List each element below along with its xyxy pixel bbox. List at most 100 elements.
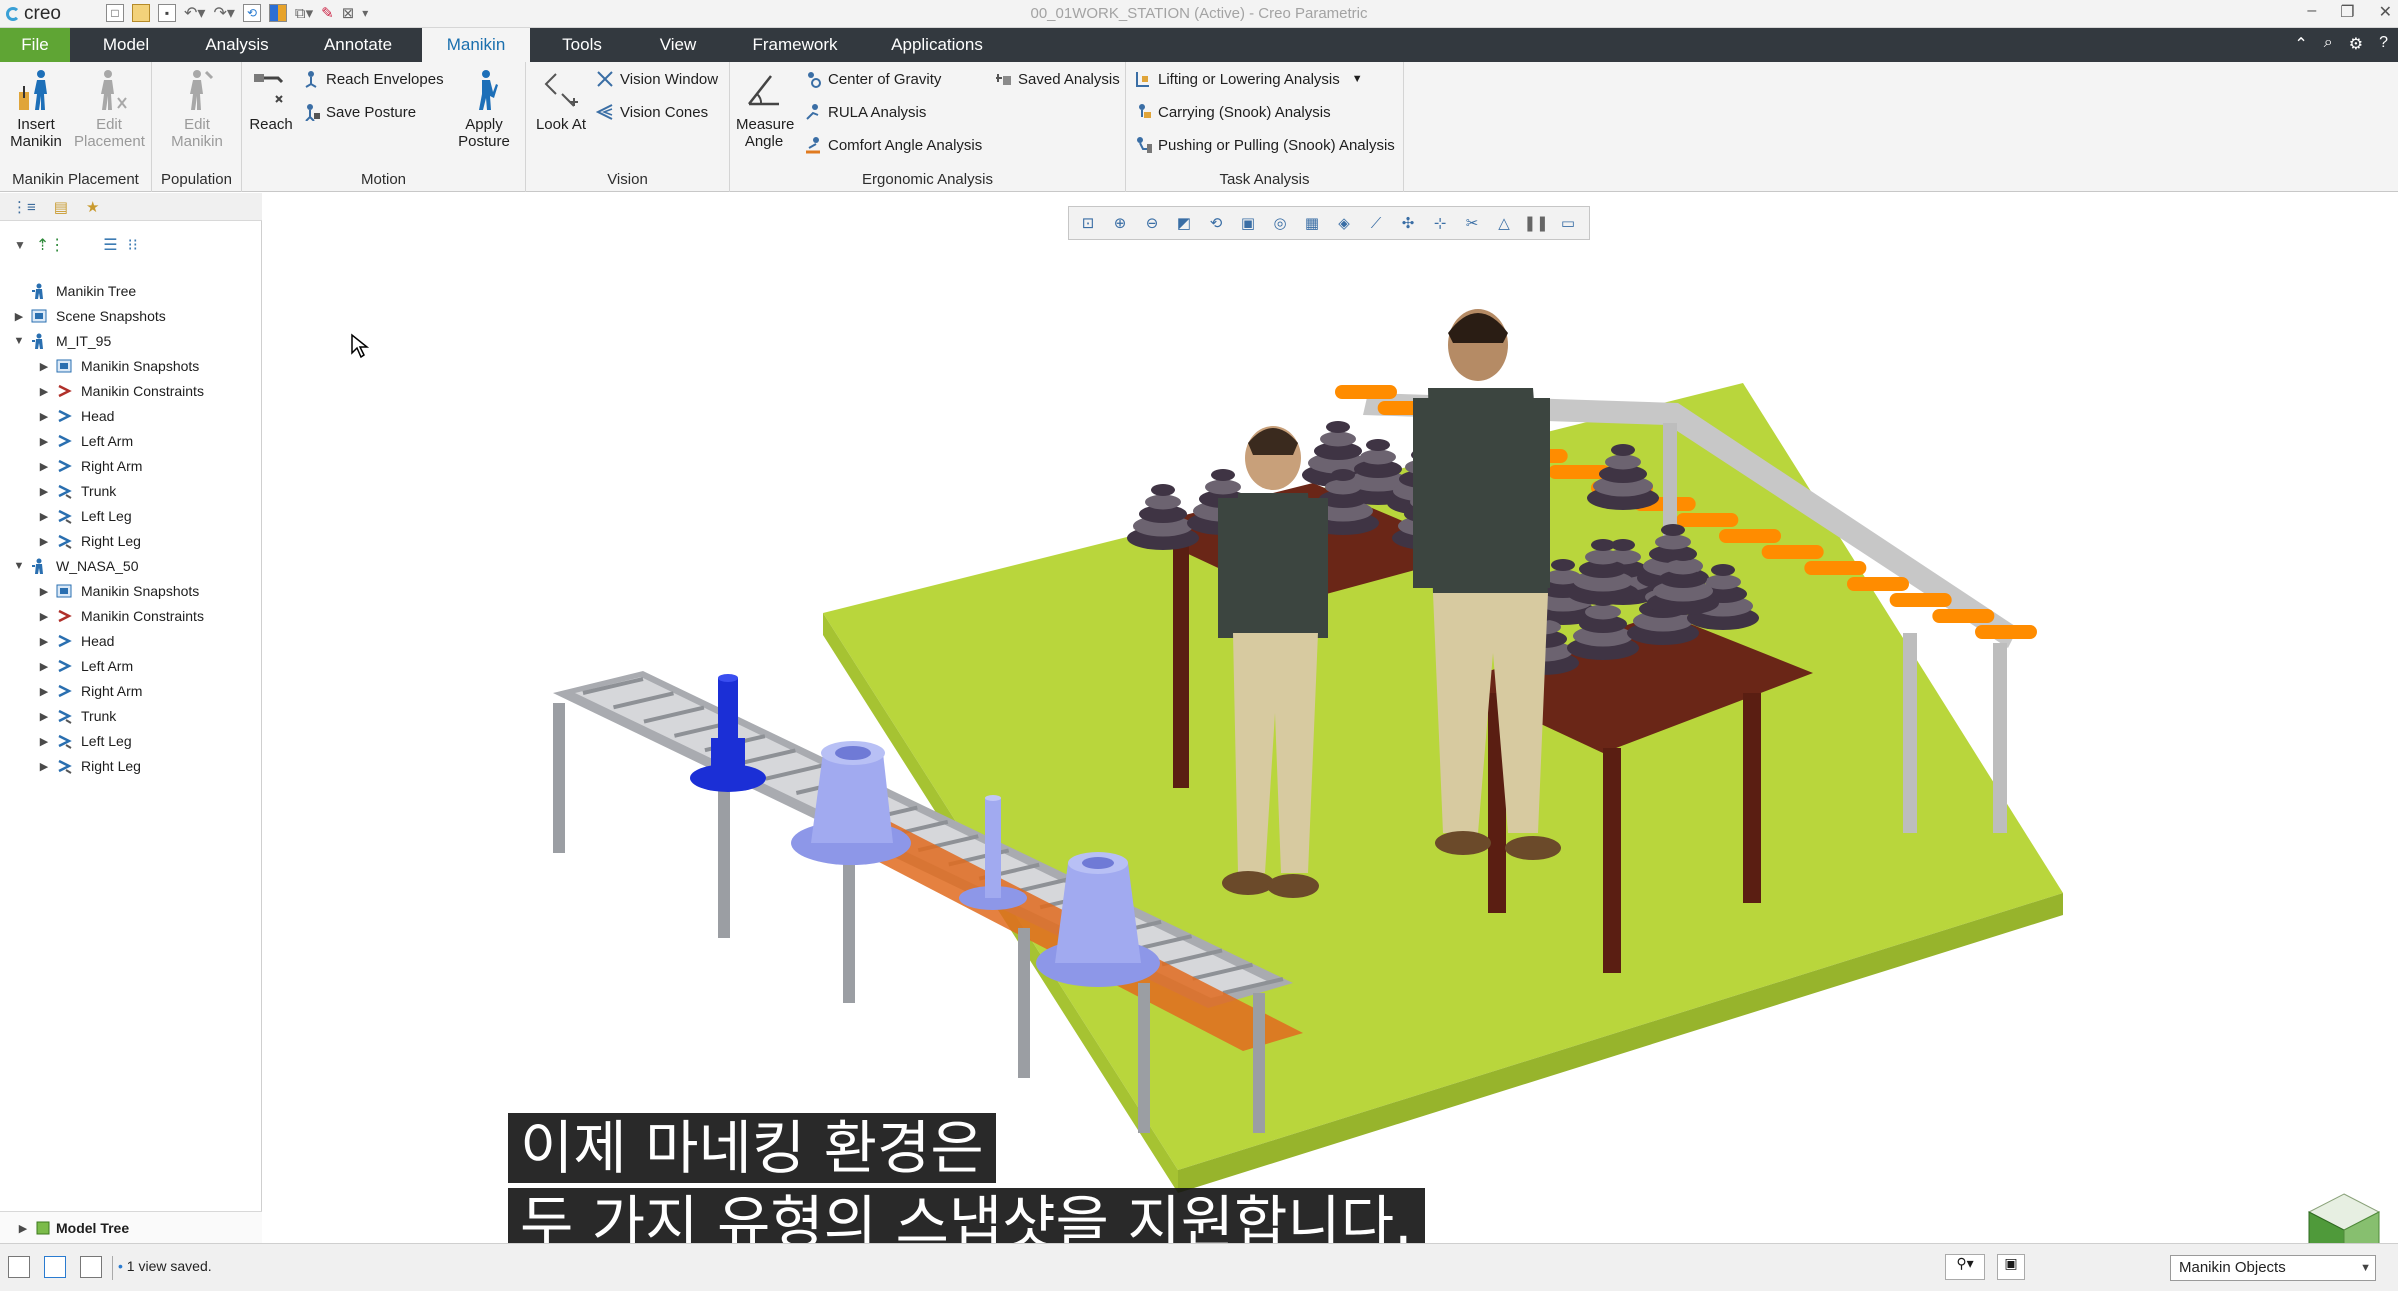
expand-arrow-icon[interactable]: ▶ bbox=[37, 485, 51, 498]
model-tree-bar[interactable]: ▶ Model Tree bbox=[0, 1211, 262, 1243]
expand-arrow-icon[interactable]: ▶ bbox=[37, 510, 51, 523]
carrying-analysis-button[interactable]: Carrying (Snook) Analysis bbox=[1134, 101, 1331, 123]
open-folder-icon[interactable] bbox=[132, 4, 150, 22]
expand-arrow-icon[interactable]: ▶ bbox=[37, 385, 51, 398]
tree-item-manikin-constraints[interactable]: ▶ Manikin Constraints bbox=[37, 379, 204, 403]
vision-cones-button[interactable]: Vision Cones bbox=[596, 101, 708, 123]
insert-manikin-button[interactable]: Insert Manikin bbox=[6, 68, 66, 150]
expand-arrow-icon[interactable]: ▶ bbox=[16, 1222, 30, 1235]
find-icon[interactable]: ⚲▾ bbox=[1945, 1254, 1985, 1280]
tree-root[interactable]: Manikin Tree bbox=[12, 279, 136, 303]
tree-item-manikin-constraints[interactable]: ▶ Manikin Constraints bbox=[37, 604, 204, 628]
saved-orientations-icon[interactable]: ▣ bbox=[1237, 212, 1259, 234]
tab-file[interactable]: File bbox=[0, 28, 70, 62]
save-icon[interactable]: ▪ bbox=[158, 4, 176, 22]
selection-buffer-icon[interactable]: ▣ bbox=[1997, 1254, 2025, 1280]
expand-arrow-icon[interactable]: ▶ bbox=[37, 585, 51, 598]
measure-angle-button[interactable]: Measure Angle bbox=[736, 68, 794, 150]
model-tree-item[interactable]: ▶ Model Tree bbox=[16, 1216, 129, 1240]
tree-item-right-leg[interactable]: ▶ Right Leg bbox=[37, 529, 141, 553]
lifting-dropdown-icon[interactable]: ▼ bbox=[1352, 73, 1363, 85]
model-tree-tab-icon[interactable]: ⋮≡ bbox=[12, 198, 36, 216]
comfort-angle-analysis-button[interactable]: Comfort Angle Analysis bbox=[804, 134, 982, 156]
hide-icon[interactable]: △ bbox=[1493, 212, 1515, 234]
look-at-button[interactable]: Look At bbox=[530, 68, 592, 133]
edit-manikin-button[interactable]: Edit Manikin bbox=[164, 68, 230, 150]
tree-collapse-icon[interactable]: ▼ bbox=[14, 238, 26, 252]
apply-posture-button[interactable]: Apply Posture bbox=[450, 68, 518, 150]
zoom-out-icon[interactable]: ⊖ bbox=[1141, 212, 1163, 234]
appearance-icon[interactable]: ✎ bbox=[321, 4, 334, 22]
tree-item-manikin-snapshots[interactable]: ▶ Manikin Snapshots bbox=[37, 354, 200, 378]
vision-window-button[interactable]: Vision Window bbox=[596, 68, 718, 90]
expand-arrow-icon[interactable]: ▶ bbox=[37, 685, 51, 698]
expand-arrow-icon[interactable]: ▶ bbox=[37, 360, 51, 373]
lifting-analysis-button[interactable]: Lifting or Lowering Analysis ▼ bbox=[1134, 68, 1363, 90]
restore-icon[interactable]: ❐ bbox=[2340, 2, 2354, 22]
center-of-gravity-button[interactable]: Center of Gravity bbox=[804, 68, 941, 90]
collapse-ribbon-icon[interactable]: ⌃ bbox=[2294, 34, 2307, 54]
customize-qat-icon[interactable]: ▾ bbox=[362, 6, 368, 20]
minimize-icon[interactable]: – bbox=[2307, 2, 2316, 22]
expand-arrow-icon[interactable]: ▶ bbox=[37, 535, 51, 548]
datum-display-icon[interactable]: ⟋ bbox=[1365, 212, 1387, 234]
show-browser-icon[interactable] bbox=[44, 1256, 66, 1278]
rula-analysis-button[interactable]: RULA Analysis bbox=[804, 101, 926, 123]
view-manager-icon[interactable]: ◎ bbox=[1269, 212, 1291, 234]
exit-icon[interactable]: ▭ bbox=[1557, 212, 1579, 234]
tab-applications[interactable]: Applications bbox=[876, 28, 998, 62]
tree-item-right-arm[interactable]: ▶ Right Arm bbox=[37, 454, 143, 478]
tab-framework[interactable]: Framework bbox=[740, 28, 850, 62]
tree-item-left-arm[interactable]: ▶ Left Arm bbox=[37, 429, 133, 453]
help-icon[interactable]: ? bbox=[2379, 34, 2388, 54]
section-icon[interactable]: ✂ bbox=[1461, 212, 1483, 234]
expand-arrow-icon[interactable]: ▶ bbox=[37, 710, 51, 723]
tree-item-right-arm[interactable]: ▶ Right Arm bbox=[37, 679, 143, 703]
undo-icon[interactable]: ↶▾ bbox=[184, 3, 205, 23]
collapse-arrow-icon[interactable]: ▼ bbox=[12, 335, 26, 347]
tab-tools[interactable]: Tools bbox=[544, 28, 620, 62]
expand-arrow-icon[interactable]: ▶ bbox=[37, 660, 51, 673]
3d-scene[interactable] bbox=[263, 193, 2398, 1243]
tree-item-manikin[interactable]: ▼ W_NASA_50 bbox=[12, 554, 138, 578]
refit-icon[interactable]: ⊡ bbox=[1077, 212, 1099, 234]
pause-icon[interactable]: ❚❚ bbox=[1523, 212, 1548, 234]
save-posture-button[interactable]: Save Posture bbox=[302, 101, 416, 123]
graphics-window[interactable]: ⊡ ⊕ ⊖ ◩ ⟲ ▣ ◎ ▦ ◈ ⟋ ✣ ⊹ ✂ △ ❚❚ ▭ bbox=[263, 193, 2398, 1243]
annotation-display-icon[interactable]: ✣ bbox=[1397, 212, 1419, 234]
selection-filter-dropdown[interactable]: Manikin Objects ▼ bbox=[2170, 1255, 2376, 1281]
tab-view[interactable]: View bbox=[640, 28, 716, 62]
pushing-analysis-button[interactable]: Pushing or Pulling (Snook) Analysis bbox=[1134, 134, 1395, 156]
tree-item-left-leg[interactable]: ▶ Left Leg bbox=[37, 504, 132, 528]
tree-item-left-arm[interactable]: ▶ Left Arm bbox=[37, 654, 133, 678]
tab-manikin[interactable]: Manikin bbox=[422, 28, 530, 62]
windows-icon[interactable] bbox=[268, 4, 287, 22]
redo-icon[interactable]: ↷▾ bbox=[213, 3, 234, 23]
settings-icon[interactable]: ⚙ bbox=[2349, 34, 2363, 54]
expand-arrow-icon[interactable]: ▶ bbox=[37, 435, 51, 448]
tab-analysis[interactable]: Analysis bbox=[186, 28, 288, 62]
tree-columns-icon[interactable]: ☰ bbox=[103, 235, 117, 255]
reorient-icon[interactable]: ⟲ bbox=[1205, 212, 1227, 234]
display-style-icon[interactable]: ▦ bbox=[1301, 212, 1323, 234]
tree-settings-icon[interactable]: ⁝⁝ bbox=[128, 235, 138, 255]
tree-item-trunk[interactable]: ▶ Trunk bbox=[37, 479, 117, 503]
tree-item-manikin[interactable]: ▼ M_IT_95 bbox=[12, 329, 111, 353]
reach-button[interactable]: Reach bbox=[246, 68, 296, 133]
saved-analysis-button[interactable]: Saved Analysis bbox=[994, 68, 1120, 90]
close-icon[interactable]: ✕ bbox=[2379, 2, 2392, 22]
expand-arrow-icon[interactable]: ▶ bbox=[37, 460, 51, 473]
tree-item-left-leg[interactable]: ▶ Left Leg bbox=[37, 729, 132, 753]
spin-center-icon[interactable]: ⊹ bbox=[1429, 212, 1451, 234]
show-navigator-icon[interactable] bbox=[8, 1256, 30, 1278]
new-file-icon[interactable]: □ bbox=[106, 4, 124, 22]
folder-browser-tab-icon[interactable]: ▤ bbox=[54, 198, 68, 216]
expand-arrow-icon[interactable]: ▶ bbox=[37, 760, 51, 773]
reach-envelopes-button[interactable]: Reach Envelopes bbox=[302, 68, 444, 90]
full-screen-icon[interactable] bbox=[80, 1256, 102, 1278]
tree-item-right-leg[interactable]: ▶ Right Leg bbox=[37, 754, 141, 778]
tree-filter-icon[interactable]: ⇡⋮ bbox=[36, 235, 65, 255]
search-icon[interactable]: ⌕ bbox=[2324, 34, 2333, 54]
expand-arrow-icon[interactable]: ▶ bbox=[37, 735, 51, 748]
tab-annotate[interactable]: Annotate bbox=[306, 28, 410, 62]
